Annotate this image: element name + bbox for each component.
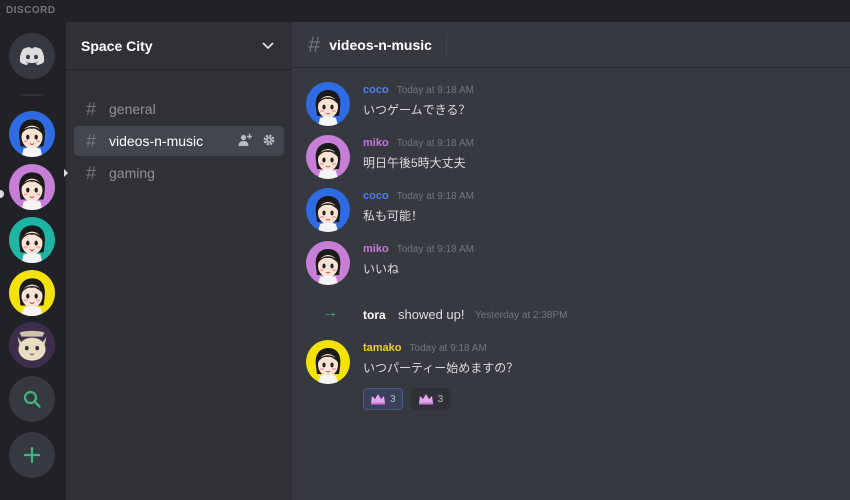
girl-avatar-icon [306,188,350,232]
message-timestamp: Today at 9:18 AM [396,138,474,149]
girl-avatar-icon [306,241,350,285]
server-icon-1[interactable] [9,111,55,157]
server-icon-4[interactable] [9,270,55,316]
hash-icon: # [85,163,96,183]
header-divider [445,33,447,56]
message-meta: coco Today at 9:18 AM [363,190,474,202]
message-text: 私も可能！ [363,209,424,223]
message-timestamp: Today at 9:18 AM [409,343,487,354]
avatar[interactable] [306,241,350,285]
message-text: いつパーティー始めますの？ [363,361,519,375]
avatar[interactable] [306,135,350,179]
server-name: Space City [81,37,153,54]
message-meta: miko Today at 9:18 AM [363,243,474,255]
hash-icon: # [308,31,321,57]
explore-servers-button[interactable] [9,376,55,422]
message-timestamp: Today at 9:18 AM [396,191,474,202]
reaction-button[interactable]: 3 [410,388,451,410]
cat-icon [9,322,55,368]
gear-icon[interactable] [262,133,276,147]
crown-icon [418,393,434,405]
girl-avatar-icon [9,164,55,210]
message-author[interactable]: miko [363,137,389,149]
message: coco Today at 9:18 AM 私も可能！ [306,188,836,240]
search-icon [23,390,41,408]
girl-avatar-icon [9,270,55,316]
message: tamako Today at 9:18 AM いつパーティー始めますの？ [306,340,836,392]
message: coco Today at 9:18 AM いつゲームできる？ [306,82,836,134]
server-icon-2[interactable] [9,164,55,210]
server-icon-3[interactable] [9,217,55,263]
girl-avatar-icon [306,340,350,384]
channel-sidebar: Space City # general # videos-n-music # … [64,22,292,500]
channel-list: # general # videos-n-music # gaming [64,70,292,188]
hash-icon: # [85,99,96,119]
message-meta: coco Today at 9:18 AM [363,84,474,96]
message-author[interactable]: miko [363,243,389,255]
discord-logo-icon [19,47,45,65]
join-arrow-icon: → [322,304,338,321]
title-bar: DISCORD [0,0,850,22]
app-brand: DISCORD [6,5,56,16]
message-text: いつゲームできる？ [363,103,471,117]
channel-tools [238,133,276,147]
message-author[interactable]: tamako [363,342,402,354]
girl-avatar-icon [9,217,55,263]
plus-icon [23,446,41,464]
message-author[interactable]: coco [363,190,389,202]
unread-indicator [0,190,4,198]
message: miko Today at 9:18 AM いいね [306,241,836,293]
message-meta: miko Today at 9:18 AM [363,137,474,149]
message: miko Today at 9:18 AM 明日午後5時大丈夫 [306,135,836,187]
chat-header: # videos-n-music [292,22,850,68]
message-meta: tamako Today at 9:18 AM [363,342,487,354]
message-timestamp: Today at 9:18 AM [396,244,474,255]
girl-avatar-icon [306,135,350,179]
reaction-count: 3 [390,393,396,405]
add-server-button[interactable] [9,432,55,478]
girl-avatar-icon [9,111,55,157]
invite-user-icon[interactable] [238,133,252,147]
rail-separator [20,94,44,96]
channel-gaming[interactable]: # gaming [64,158,284,188]
hash-icon: # [85,131,96,151]
avatar[interactable] [306,82,350,126]
message-text: いいね [363,262,400,276]
server-header[interactable]: Space City [66,22,292,70]
channel-label: gaming [109,165,155,181]
chat-pane: # videos-n-music coco Today at 9:18 AM い… [292,22,850,500]
system-message: → tora showed up! Yesterday at 2:38PM [306,304,836,326]
channel-label: videos-n-music [109,133,204,149]
home-button[interactable] [9,33,55,79]
crown-icon [370,393,386,405]
channel-videos-n-music[interactable]: # videos-n-music [74,126,284,156]
system-action: showed up! [398,307,465,322]
system-user[interactable]: tora [363,308,386,322]
avatar[interactable] [306,340,350,384]
unread-caret [64,169,68,177]
message-text: 明日午後5時大丈夫 [363,156,466,170]
reaction-bar: 3 3 [363,388,451,410]
channel-general[interactable]: # general [74,94,284,124]
server-icon-5[interactable] [9,322,55,368]
channel-label: general [109,101,156,117]
avatar[interactable] [306,188,350,232]
message-timestamp: Today at 9:18 AM [396,85,474,96]
channel-title: videos-n-music [329,36,432,53]
reaction-button[interactable]: 3 [363,388,403,410]
reaction-count: 3 [437,393,444,405]
server-rail [0,22,66,500]
message-author[interactable]: coco [363,84,389,96]
system-timestamp: Yesterday at 2:38PM [475,310,568,321]
girl-avatar-icon [306,82,350,126]
chevron-down-icon [262,42,274,49]
